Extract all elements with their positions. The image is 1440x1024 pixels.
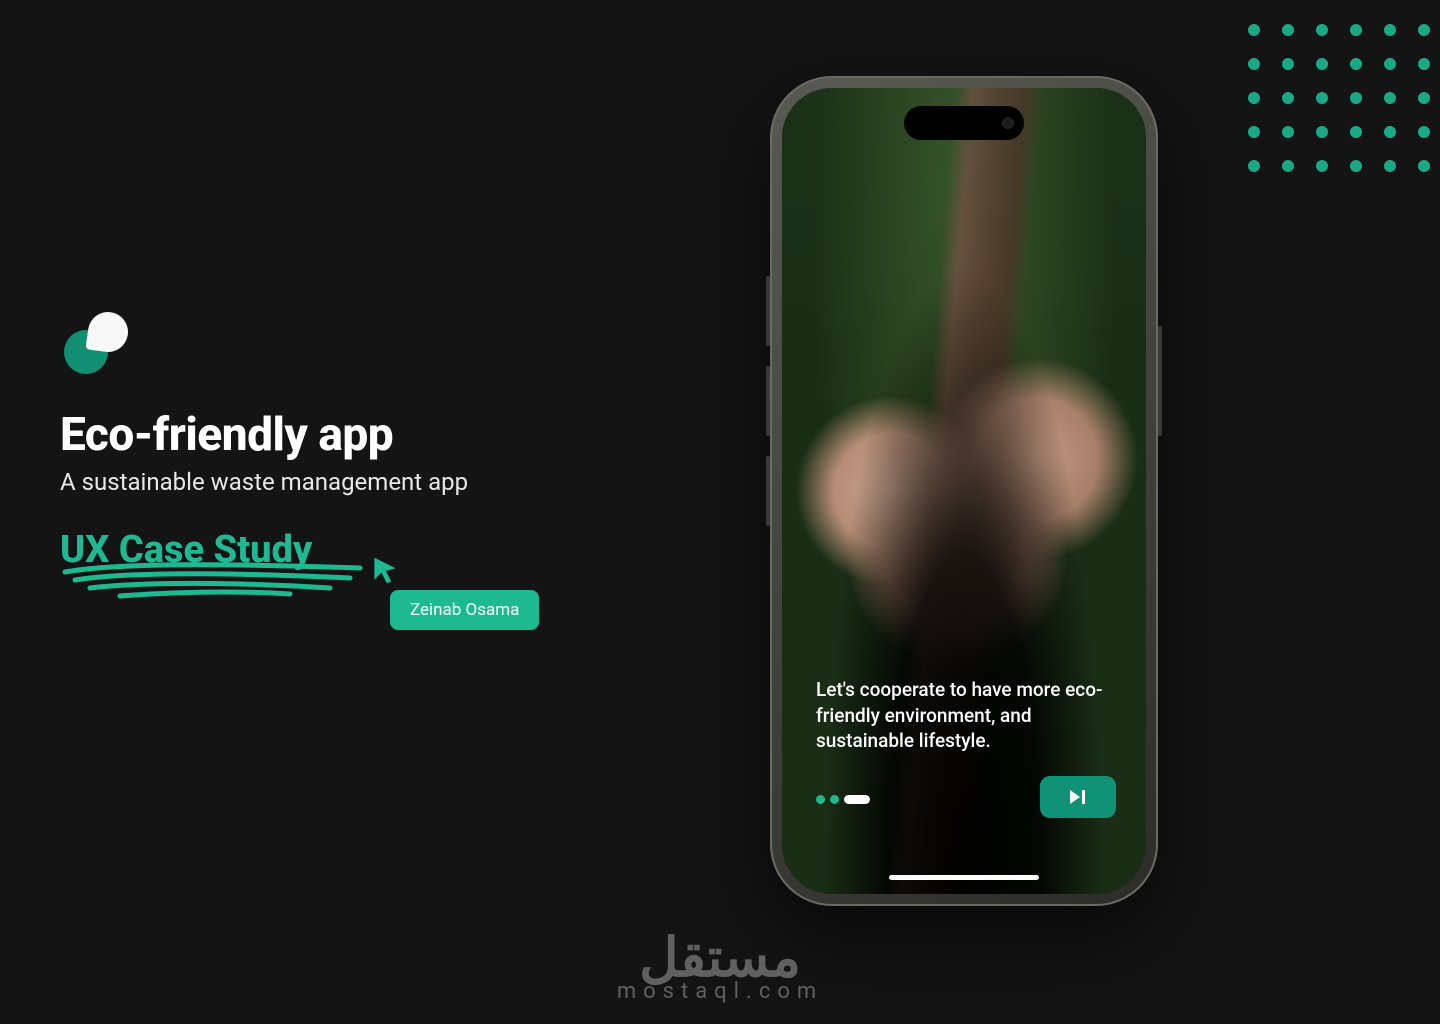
watermark: مستقل mostaql.com [617, 934, 823, 1004]
onboarding-text: Let's cooperate to have more eco-friendl… [816, 677, 1106, 754]
author-tag: Zeinab Osama [390, 590, 539, 630]
next-button[interactable] [1040, 776, 1116, 818]
app-logo-icon [60, 310, 130, 380]
intro-block: Eco-friendly app A sustainable waste man… [60, 310, 620, 572]
page-dot [830, 795, 839, 804]
cursor-icon [370, 555, 400, 585]
skip-forward-icon [1068, 788, 1088, 806]
page-indicator [816, 795, 870, 804]
page-dot [816, 795, 825, 804]
onboarding-hero-image [782, 88, 1146, 894]
dynamic-island [904, 106, 1024, 140]
title: Eco-friendly app [60, 408, 620, 462]
underline-scribble-icon [60, 560, 370, 600]
watermark-arabic: مستقل [617, 934, 823, 983]
decoration-dot-grid [1248, 24, 1430, 172]
page-dot-active [844, 795, 870, 804]
home-indicator [889, 875, 1039, 880]
phone-screen: Let's cooperate to have more eco-friendl… [782, 88, 1146, 894]
subtitle: A sustainable waste management app [60, 468, 620, 496]
watermark-latin: mostaql.com [617, 979, 823, 1004]
phone-mockup: Let's cooperate to have more eco-friendl… [770, 76, 1158, 906]
